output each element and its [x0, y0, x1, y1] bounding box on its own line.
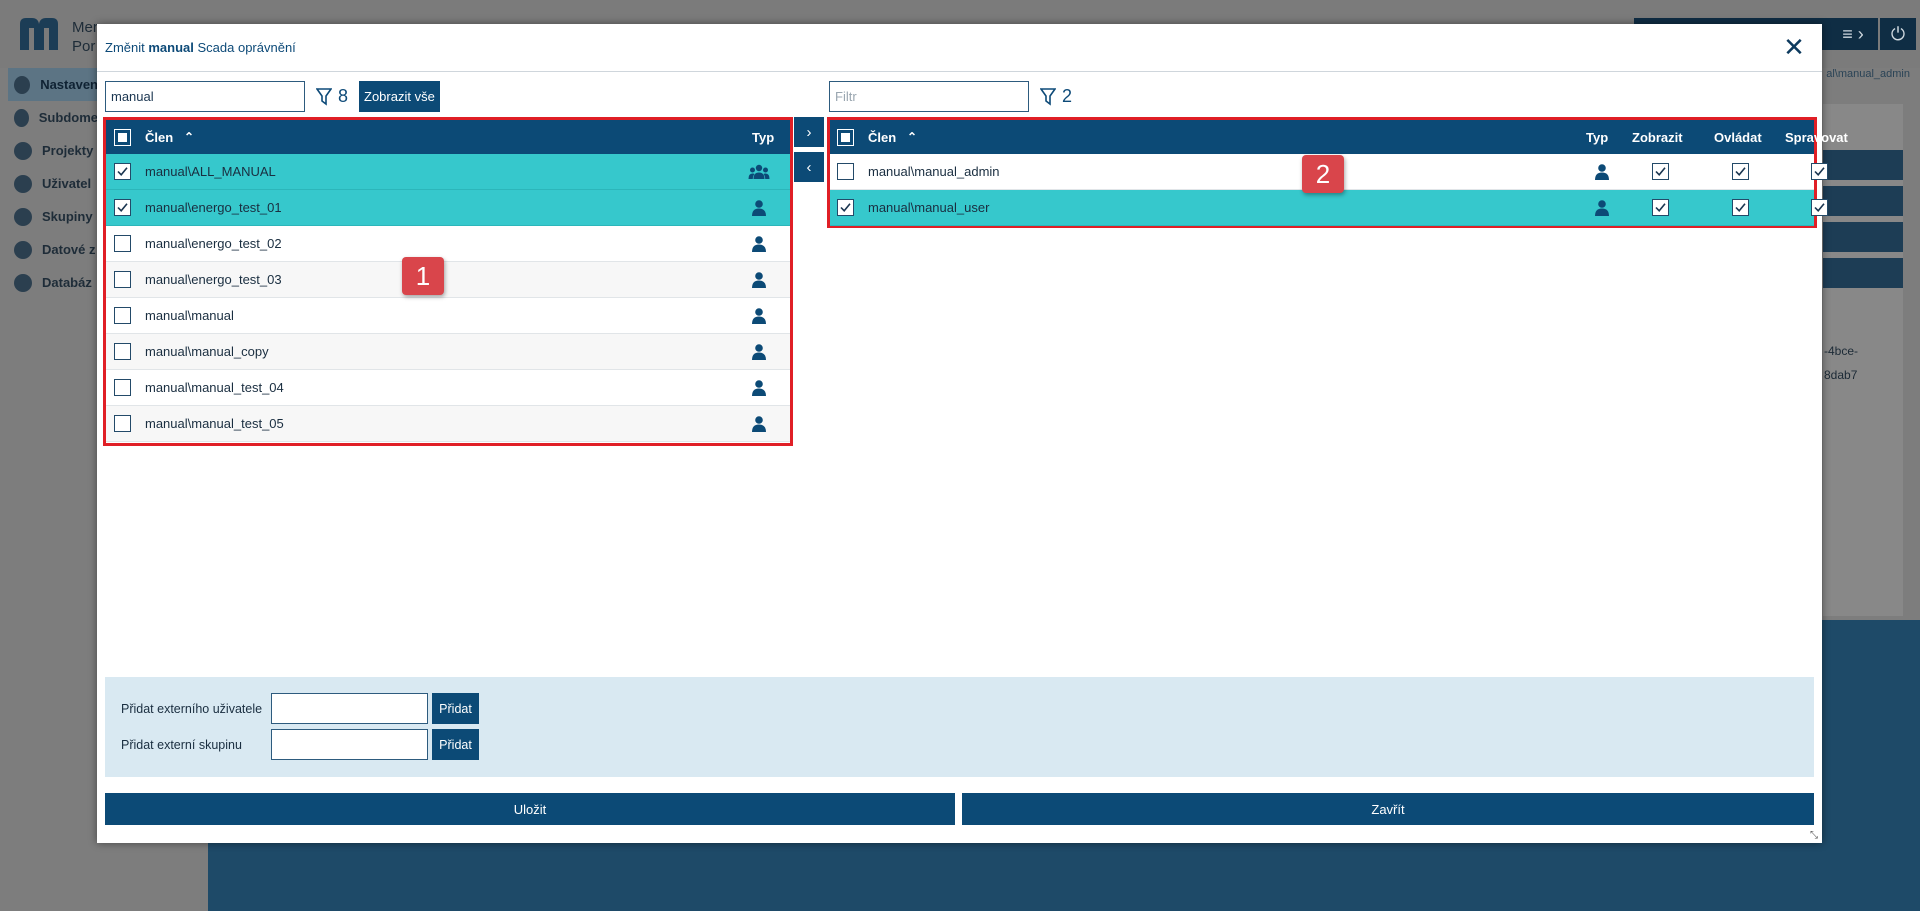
column-type: Typ	[752, 129, 775, 145]
control-permission-checkbox[interactable]	[1732, 163, 1749, 180]
external-user-input[interactable]	[271, 693, 428, 724]
table-row[interactable]: manual\energo_test_01	[106, 190, 790, 226]
show-all-button[interactable]: Zobrazit vše	[359, 81, 440, 112]
row-checkbox[interactable]	[114, 199, 131, 216]
title-prefix: Změnit	[105, 40, 145, 55]
member-name: manual\manual_user	[868, 200, 990, 215]
member-name: manual\manual_copy	[145, 344, 269, 359]
annotation-badge-1: 1	[402, 257, 444, 295]
user-icon	[750, 343, 768, 364]
right-table-header: Člen ⌃ Typ Zobrazit Ovládat Spravovat	[830, 120, 1848, 154]
column-member[interactable]: Člen	[868, 130, 896, 145]
right-filter-number: 2	[1062, 86, 1073, 106]
control-permission-checkbox[interactable]	[1732, 199, 1749, 216]
select-all-checkbox[interactable]	[114, 128, 131, 146]
user-icon	[750, 271, 768, 292]
table-row[interactable]: manual\energo_test_03	[106, 262, 790, 298]
filter-icon	[316, 87, 332, 106]
dialog-title: Změnit manual Scada oprávnění	[105, 40, 296, 55]
column-control: Ovládat	[1714, 129, 1762, 145]
row-checkbox[interactable]	[114, 271, 131, 288]
table-row[interactable]: manual\manual_test_05	[106, 406, 790, 442]
external-user-row: Přidat externího uživatele Přidat	[121, 693, 479, 724]
table-row[interactable]: manual\manual_user	[830, 190, 1828, 226]
table-row[interactable]: manual\energo_test_02	[106, 226, 790, 262]
user-icon	[1593, 163, 1611, 184]
member-name: manual\manual_admin	[868, 164, 1000, 179]
left-table-header: Člen ⌃ Typ	[106, 120, 790, 154]
view-permission-checkbox[interactable]	[1652, 163, 1669, 180]
row-checkbox[interactable]	[114, 343, 131, 360]
add-external-group-button[interactable]: Přidat	[432, 729, 479, 760]
sort-up-icon[interactable]: ⌃	[184, 130, 194, 144]
manage-permission-checkbox[interactable]	[1811, 199, 1828, 216]
user-icon	[750, 235, 768, 256]
available-members-panel: Člen ⌃ Typ manual\ALL_MANUAL manual\energ…	[103, 117, 793, 446]
member-name: manual\energo_test_02	[145, 236, 282, 251]
column-type: Typ	[1586, 129, 1609, 145]
member-name: manual\manual_test_05	[145, 416, 284, 431]
member-name: manual\manual	[145, 308, 234, 323]
external-group-input[interactable]	[271, 729, 428, 760]
move-right-button[interactable]: ›	[794, 117, 824, 147]
row-checkbox[interactable]	[114, 163, 131, 180]
row-checkbox[interactable]	[114, 307, 131, 324]
view-permission-checkbox[interactable]	[1652, 199, 1669, 216]
external-user-label: Přidat externího uživatele	[121, 701, 263, 716]
member-name: manual\manual_test_04	[145, 380, 284, 395]
row-checkbox[interactable]	[837, 199, 854, 216]
user-icon	[750, 199, 768, 220]
row-checkbox[interactable]	[114, 415, 131, 432]
title-suffix: Scada oprávnění	[197, 40, 296, 55]
title-bold: manual	[148, 40, 194, 55]
external-group-label: Přidat externí skupinu	[121, 737, 242, 752]
member-name: manual\energo_test_01	[145, 200, 282, 215]
close-icon[interactable]: ✕	[1780, 34, 1808, 62]
save-button[interactable]: Uložit	[105, 793, 955, 825]
row-checkbox[interactable]	[114, 235, 131, 252]
move-left-button[interactable]: ‹	[794, 152, 824, 182]
column-view: Zobrazit	[1632, 129, 1683, 145]
column-manage: Spravovat	[1785, 129, 1848, 145]
add-external-user-button[interactable]: Přidat	[432, 693, 479, 724]
manage-permission-checkbox[interactable]	[1811, 163, 1828, 180]
select-all-checkbox[interactable]	[837, 128, 854, 146]
resize-handle-icon[interactable]: ⤡	[1810, 831, 1820, 841]
row-checkbox[interactable]	[837, 163, 854, 180]
left-search-input[interactable]	[105, 81, 305, 112]
external-group-row: Přidat externí skupinu Přidat	[121, 729, 479, 760]
table-row[interactable]: manual\manual	[106, 298, 790, 334]
sort-up-icon[interactable]: ⌃	[907, 130, 917, 144]
annotation-badge-2: 2	[1302, 155, 1344, 193]
member-name: manual\energo_test_03	[145, 272, 282, 287]
right-filter-count: 2	[1040, 86, 1072, 107]
column-member[interactable]: Člen	[145, 130, 173, 145]
right-filter-input[interactable]	[829, 81, 1029, 112]
row-checkbox[interactable]	[114, 379, 131, 396]
table-row[interactable]: manual\manual_test_04	[106, 370, 790, 406]
left-filter-number: 8	[338, 86, 349, 106]
user-icon	[750, 307, 768, 328]
external-add-area: Přidat externího uživatele Přidat Přidat…	[105, 677, 1814, 777]
user-icon	[750, 379, 768, 400]
left-table-body: manual\ALL_MANUAL manual\energo_test_01ma…	[106, 154, 790, 442]
user-icon	[1593, 199, 1611, 220]
table-row[interactable]: manual\manual_copy	[106, 334, 790, 370]
close-button[interactable]: Zavřít	[962, 793, 1814, 825]
dialog-header: Změnit manual Scada oprávnění ✕	[97, 24, 1822, 72]
left-filter-count: 8	[316, 86, 348, 107]
filter-icon	[1040, 87, 1056, 106]
permissions-dialog: Změnit manual Scada oprávnění ✕ 8 Zobraz…	[97, 24, 1848, 843]
user-icon	[750, 415, 768, 436]
table-row[interactable]: manual\ALL_MANUAL	[106, 154, 790, 190]
group-icon	[748, 163, 770, 184]
member-name: manual\ALL_MANUAL	[145, 164, 276, 179]
